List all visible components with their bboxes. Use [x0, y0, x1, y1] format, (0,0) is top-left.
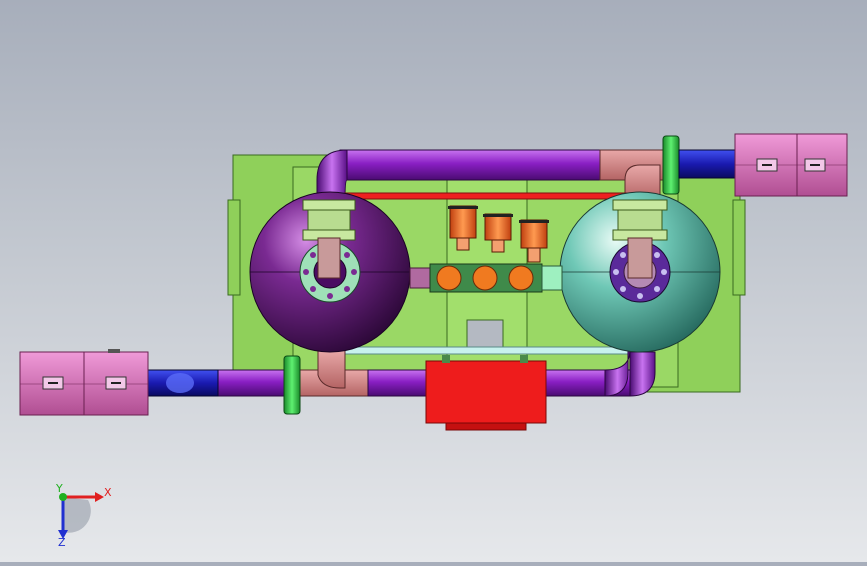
tie-rod[interactable]: [344, 192, 631, 200]
bottom-rod[interactable]: [344, 346, 636, 355]
z-axis-label: Z: [58, 536, 66, 549]
x-axis-label: X: [104, 486, 112, 499]
pump-motor-icon[interactable]: [425, 355, 547, 431]
y-axis-label: Y: [55, 482, 63, 495]
triad-shadow: [63, 497, 91, 533]
vessel-left-icon[interactable]: [249, 191, 411, 353]
manifold[interactable]: [409, 263, 563, 293]
model-canvas[interactable]: X Y Z: [0, 0, 867, 562]
terminal-box-left[interactable]: [19, 349, 149, 416]
vessel-right-icon[interactable]: [559, 191, 721, 353]
axis-triad: X Y Z: [55, 482, 112, 549]
cad-viewport[interactable]: X Y Z: [0, 0, 867, 562]
terminal-box-right[interactable]: [734, 133, 848, 197]
